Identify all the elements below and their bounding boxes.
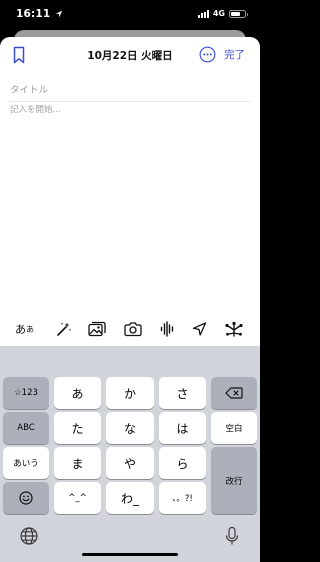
camera-icon[interactable] <box>124 321 142 337</box>
signal-icon <box>197 9 209 18</box>
delete-key[interactable] <box>211 377 257 409</box>
status-bar: 16:11 4G <box>0 0 260 30</box>
magic-wand-icon[interactable] <box>56 321 72 337</box>
key-kaomoji[interactable]: ^_^ <box>54 482 101 514</box>
emoji-key[interactable] <box>3 482 49 514</box>
battery-icon <box>229 9 248 18</box>
note-date-title: 10月22日 火曜日 <box>87 50 173 62</box>
enter-key[interactable]: 改行 <box>211 447 257 514</box>
key-na[interactable]: な <box>106 412 154 444</box>
audio-waveform-icon[interactable] <box>160 321 174 337</box>
status-time: 16:11 <box>16 8 63 20</box>
key-punctuation[interactable]: 、。?! <box>159 482 206 514</box>
key-ha[interactable]: は <box>159 412 206 444</box>
globe-icon[interactable] <box>19 526 39 546</box>
abc-key[interactable]: ABC <box>3 412 49 444</box>
text-style-label: あ <box>15 323 26 336</box>
key-ya[interactable]: や <box>106 447 154 479</box>
microphone-icon[interactable] <box>222 526 242 546</box>
activity-icon[interactable] <box>224 321 244 337</box>
japanese-keyboard: ☆123 あ か さ ABC た な は 空白 あいう ま や ら 改行 ^_^… <box>0 346 260 562</box>
key-ra[interactable]: ら <box>159 447 206 479</box>
status-time-text: 16:11 <box>16 8 51 20</box>
key-ma[interactable]: ま <box>54 447 101 479</box>
note-header: 10月22日 火曜日 完了 <box>0 37 260 71</box>
home-indicator[interactable] <box>82 553 178 556</box>
key-wa[interactable]: わ_ <box>106 482 154 514</box>
emoji-icon <box>19 491 33 505</box>
key-ka[interactable]: か <box>106 377 154 409</box>
status-indicators: 4G <box>197 9 248 18</box>
space-key[interactable]: 空白 <box>211 412 257 444</box>
delete-icon <box>225 387 243 399</box>
location-icon <box>56 10 63 18</box>
key-a[interactable]: あ <box>54 377 101 409</box>
key-ta[interactable]: た <box>54 412 101 444</box>
key-sa[interactable]: さ <box>159 377 206 409</box>
more-options-icon[interactable] <box>199 46 216 63</box>
photo-library-icon[interactable] <box>88 321 106 337</box>
formatting-toolbar: ああ <box>0 312 260 346</box>
aiu-key[interactable]: あいう <box>3 447 49 479</box>
numbers-key[interactable]: ☆123 <box>3 377 49 409</box>
location-arrow-icon[interactable] <box>192 321 207 337</box>
text-style-label-small: あ <box>26 324 34 334</box>
body-field[interactable]: 記入を開始... <box>10 103 61 115</box>
network-type: 4G <box>212 9 225 18</box>
done-button[interactable]: 完了 <box>224 47 245 62</box>
text-style-button[interactable]: ああ <box>15 321 34 337</box>
title-field[interactable]: タイトル <box>10 82 250 102</box>
